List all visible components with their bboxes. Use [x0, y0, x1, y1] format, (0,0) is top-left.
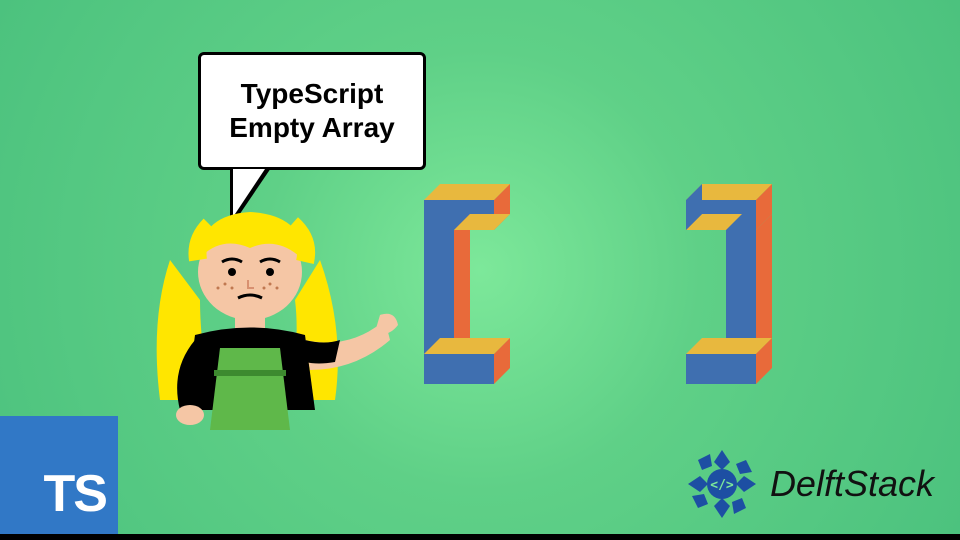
delftstack-logo: </> DelftStack — [684, 446, 934, 522]
typescript-badge: TS — [0, 416, 118, 534]
speech-bubble: TypeScript Empty Array — [198, 52, 426, 170]
typescript-badge-label: TS — [44, 464, 106, 524]
left-bracket-icon — [404, 172, 524, 417]
right-bracket-icon — [672, 172, 792, 417]
delftstack-logo-text: DelftStack — [770, 463, 934, 505]
bottom-border — [0, 534, 960, 540]
bubble-line-2: Empty Array — [229, 112, 394, 143]
speech-bubble-text: TypeScript Empty Array — [229, 77, 394, 144]
person-illustration — [140, 200, 400, 440]
bubble-line-1: TypeScript — [241, 78, 384, 109]
delftstack-logo-mark: </> — [684, 446, 760, 522]
svg-text:</>: </> — [710, 478, 734, 493]
